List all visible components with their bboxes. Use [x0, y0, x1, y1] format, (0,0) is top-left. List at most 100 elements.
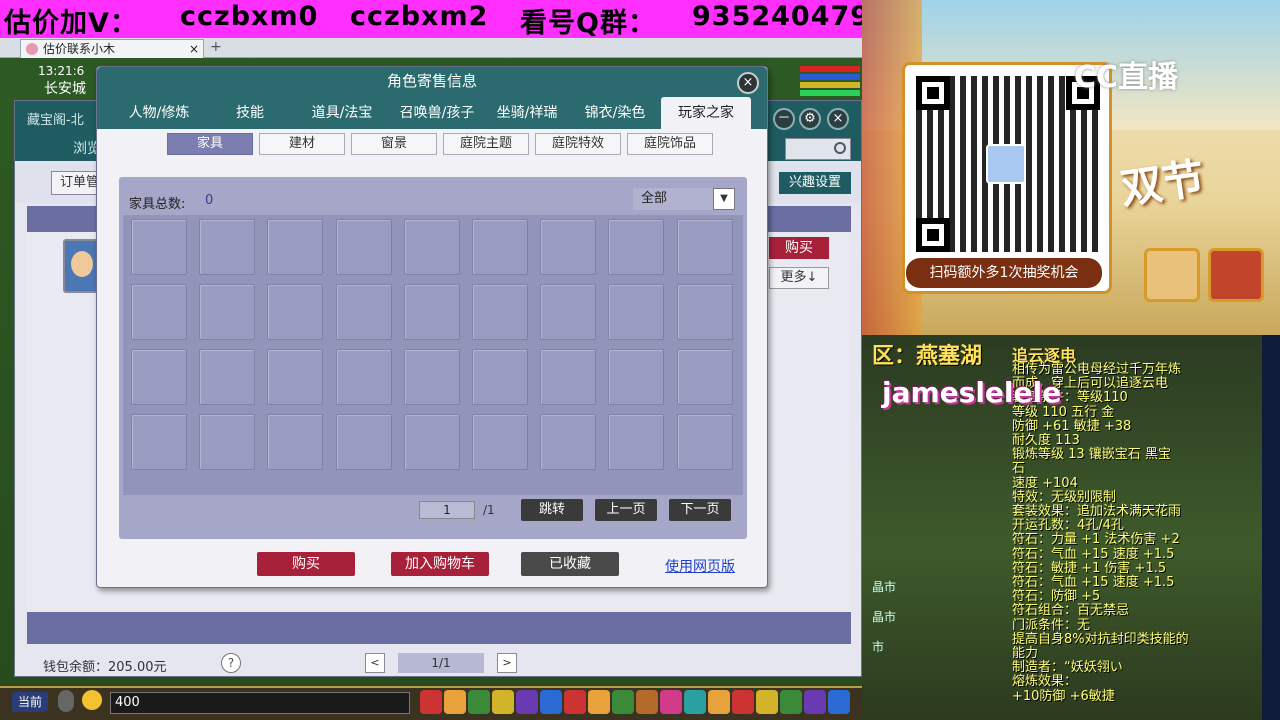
game-shortcut-icon[interactable]: [636, 690, 658, 714]
furniture-slot[interactable]: [267, 414, 324, 470]
furniture-slot[interactable]: [335, 349, 392, 405]
furniture-slot[interactable]: [131, 414, 187, 470]
furniture-slot[interactable]: [403, 219, 460, 275]
furniture-slot[interactable]: [335, 284, 392, 340]
pager-prev-button[interactable]: <: [365, 653, 385, 673]
furniture-slot[interactable]: [403, 284, 460, 340]
chevron-down-icon[interactable]: ▼: [713, 188, 735, 210]
furniture-slot[interactable]: [608, 284, 665, 340]
furniture-slot[interactable]: [267, 349, 324, 405]
furniture-slot[interactable]: [131, 284, 187, 340]
game-shortcut-icon[interactable]: [804, 690, 826, 714]
furniture-slot[interactable]: [403, 349, 460, 405]
tab-character[interactable]: 人物/修炼: [113, 97, 205, 129]
pager-next-button[interactable]: >: [497, 653, 517, 673]
tab-close-icon[interactable]: ×: [189, 40, 199, 58]
game-shortcut-icon[interactable]: [684, 690, 706, 714]
game-shortcut-icon[interactable]: [492, 690, 514, 714]
tab-pets[interactable]: 召唤兽/孩子: [389, 97, 485, 129]
close-icon[interactable]: ×: [827, 108, 849, 130]
cbg-search-input[interactable]: [785, 138, 851, 160]
tab-items[interactable]: 道具/法宝: [297, 97, 387, 129]
settings-icon[interactable]: ⚙: [799, 108, 821, 130]
game-shortcut-icon[interactable]: [756, 690, 778, 714]
furniture-slot[interactable]: [676, 284, 733, 340]
prev-page-button[interactable]: 上一页: [595, 499, 657, 521]
use-web-version-link[interactable]: 使用网页版: [665, 556, 735, 576]
furniture-slot[interactable]: [335, 414, 392, 470]
furniture-slot[interactable]: [472, 349, 528, 405]
furniture-slot[interactable]: [540, 284, 597, 340]
chat-channel-button[interactable]: 当前: [12, 692, 48, 712]
subtab-materials[interactable]: 建材: [259, 133, 345, 155]
dialog-close-icon[interactable]: ×: [737, 72, 759, 94]
game-shortcut-icon[interactable]: [612, 690, 634, 714]
microphone-icon[interactable]: [58, 690, 74, 712]
game-shortcut-icon[interactable]: [468, 690, 490, 714]
tab-mounts[interactable]: 坐骑/祥瑞: [487, 97, 567, 129]
game-shortcut-icon[interactable]: [516, 690, 538, 714]
subtab-yard-effect[interactable]: 庭院特效: [535, 133, 621, 155]
collected-button[interactable]: 已收藏: [521, 552, 619, 576]
furniture-slot[interactable]: [472, 414, 528, 470]
furniture-slot[interactable]: [540, 219, 597, 275]
tab-player-home[interactable]: 玩家之家: [661, 97, 751, 129]
furniture-slot[interactable]: [608, 219, 665, 275]
game-shortcut-icon[interactable]: [780, 690, 802, 714]
tab-outfits[interactable]: 锦衣/染色: [575, 97, 655, 129]
game-shortcut-icon[interactable]: [540, 690, 562, 714]
furniture-slot[interactable]: [608, 349, 665, 405]
minimize-icon[interactable]: －: [773, 108, 795, 130]
furniture-slot[interactable]: [267, 284, 324, 340]
furniture-slot[interactable]: [676, 414, 733, 470]
new-tab-button[interactable]: +: [210, 39, 222, 55]
furniture-slot[interactable]: [335, 219, 392, 275]
equipment-attribute-line: 套装效果：追加法术满天花雨: [1012, 504, 1182, 519]
subtab-yard-decor[interactable]: 庭院饰品: [627, 133, 713, 155]
help-icon[interactable]: ?: [221, 653, 241, 673]
furniture-slot[interactable]: [676, 349, 733, 405]
dialog-header: 角色寄售信息 × 人物/修炼 技能 道具/法宝 召唤兽/孩子 坐骑/祥瑞 锦衣/…: [97, 67, 767, 129]
cbg-footer-bar: [27, 612, 851, 644]
furniture-slot[interactable]: [403, 414, 460, 470]
jump-button[interactable]: 跳转: [521, 499, 583, 521]
list-more-button[interactable]: 更多↓: [769, 267, 829, 289]
furniture-slot[interactable]: [131, 349, 187, 405]
browser-tab[interactable]: 估价联系小木 ×: [20, 39, 204, 58]
furniture-slot[interactable]: [199, 414, 256, 470]
subtab-window-view[interactable]: 窗景: [351, 133, 437, 155]
chat-input[interactable]: 400: [110, 692, 410, 714]
furniture-slot[interactable]: [540, 349, 597, 405]
equipment-attribute-line: 开运孔数：4孔/4孔: [1012, 518, 1124, 534]
game-shortcut-icon[interactable]: [444, 690, 466, 714]
category-filter-select[interactable]: 全部 ▼: [633, 188, 735, 210]
furniture-slot[interactable]: [540, 414, 597, 470]
game-shortcut-icon[interactable]: [660, 690, 682, 714]
tab-skills[interactable]: 技能: [217, 97, 283, 129]
buy-button[interactable]: 购买: [257, 552, 355, 576]
furniture-slot[interactable]: [199, 349, 256, 405]
furniture-slot[interactable]: [608, 414, 665, 470]
game-shortcut-icon[interactable]: [828, 690, 850, 714]
furniture-slot[interactable]: [472, 219, 528, 275]
game-shortcut-icon[interactable]: [420, 690, 442, 714]
next-page-button[interactable]: 下一页: [669, 499, 731, 521]
furniture-slot[interactable]: [199, 219, 256, 275]
game-shortcut-icon[interactable]: [708, 690, 730, 714]
furniture-slot[interactable]: [131, 219, 187, 275]
list-buy-button[interactable]: 购买: [769, 237, 829, 259]
page-number-input[interactable]: 1: [419, 501, 475, 519]
interest-settings-button[interactable]: 兴趣设置: [779, 172, 851, 194]
furniture-count-label: 家具总数:: [129, 197, 186, 212]
subtab-furniture[interactable]: 家具: [167, 133, 253, 155]
game-shortcut-icon[interactable]: [564, 690, 586, 714]
game-shortcut-icon[interactable]: [732, 690, 754, 714]
furniture-slot[interactable]: [676, 219, 733, 275]
game-shortcut-icon[interactable]: [588, 690, 610, 714]
subtab-yard-theme[interactable]: 庭院主题: [443, 133, 529, 155]
emoji-icon[interactable]: [82, 690, 102, 710]
furniture-slot[interactable]: [472, 284, 528, 340]
furniture-slot[interactable]: [199, 284, 256, 340]
furniture-slot[interactable]: [267, 219, 324, 275]
add-to-cart-button[interactable]: 加入购物车: [391, 552, 489, 576]
